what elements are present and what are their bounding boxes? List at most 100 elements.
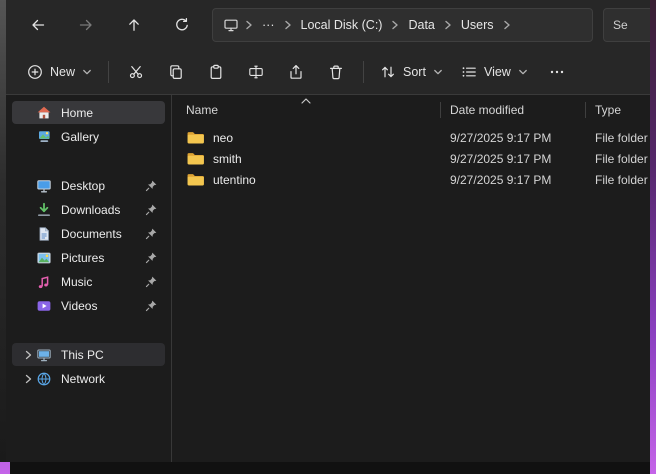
refresh-button[interactable] <box>164 8 200 42</box>
toolbar-separator <box>363 61 364 83</box>
pin-icon <box>145 179 158 192</box>
sidebar-item-label: Downloads <box>61 203 120 217</box>
sort-button-label: Sort <box>403 65 426 79</box>
sort-arrows-icon <box>380 64 396 80</box>
search-text: Se <box>613 18 628 32</box>
search-input[interactable]: Se <box>603 8 650 42</box>
copy-button[interactable] <box>156 56 196 88</box>
share-button[interactable] <box>276 56 316 88</box>
column-headers: Name Date modified Type <box>172 97 650 123</box>
sidebar-item-label: Documents <box>61 227 122 241</box>
file-rows: neo 9/27/2025 9:17 PM File folder smith … <box>172 127 650 190</box>
plus-circle-icon <box>27 64 43 80</box>
folder-icon <box>186 151 205 166</box>
sidebar-item-label: This PC <box>61 348 104 362</box>
gallery-icon <box>36 129 52 145</box>
column-header-date-modified[interactable]: Date modified <box>440 97 585 123</box>
breadcrumb-chevron-icon[interactable] <box>442 20 454 30</box>
sort-ascending-icon <box>300 97 312 105</box>
file-row-utentino[interactable]: utentino 9/27/2025 9:17 PM File folder <box>172 169 650 190</box>
column-header-name[interactable]: Name <box>172 97 440 123</box>
breadcrumb-segment-local-disk[interactable]: Local Disk (C:) <box>294 15 390 35</box>
pin-icon <box>145 251 158 264</box>
sidebar-item-documents[interactable]: Documents <box>12 222 165 245</box>
arrow-up-icon <box>126 17 142 33</box>
documents-icon <box>36 226 52 242</box>
new-button-label: New <box>50 65 75 79</box>
sidebar-item-gallery[interactable]: Gallery <box>12 125 165 148</box>
new-button[interactable]: New <box>18 56 101 88</box>
breadcrumb-ellipsis[interactable]: ··· <box>255 15 282 35</box>
sidebar-item-label: Pictures <box>61 251 104 265</box>
sort-button[interactable]: Sort <box>371 56 452 88</box>
breadcrumb-segment-users[interactable]: Users <box>454 15 501 35</box>
breadcrumb-segment-data[interactable]: Data <box>401 15 441 35</box>
network-icon <box>36 371 52 387</box>
sidebar-item-label: Videos <box>61 299 97 313</box>
sidebar-item-label: Desktop <box>61 179 105 193</box>
cut-button[interactable] <box>116 56 156 88</box>
more-options-icon <box>549 64 565 80</box>
navigation-pane: Home Gallery Desktop <box>6 95 172 462</box>
sidebar-item-network[interactable]: Network <box>12 367 165 390</box>
view-list-icon <box>461 64 477 80</box>
sidebar-item-this-pc[interactable]: This PC <box>12 343 165 366</box>
sidebar-item-label: Home <box>61 106 93 120</box>
file-explorer-window: ··· Local Disk (C:) Data Users Se <box>6 0 650 462</box>
file-name: neo <box>213 131 233 145</box>
paste-button[interactable] <box>196 56 236 88</box>
toolbar-separator <box>108 61 109 83</box>
view-button[interactable]: View <box>452 56 537 88</box>
sidebar-section-gap <box>6 149 171 174</box>
file-name: smith <box>213 152 242 166</box>
share-icon <box>288 64 304 80</box>
sidebar-item-label: Network <box>61 372 105 386</box>
command-bar: New <box>6 50 650 95</box>
arrow-right-icon <box>78 17 94 33</box>
file-type: File folder <box>585 148 650 169</box>
more-options-button[interactable] <box>537 56 577 88</box>
view-button-label: View <box>484 65 511 79</box>
file-row-smith[interactable]: smith 9/27/2025 9:17 PM File folder <box>172 148 650 169</box>
forward-button[interactable] <box>68 8 104 42</box>
desktop-icon <box>36 178 52 194</box>
breadcrumb-chevron-icon[interactable] <box>243 20 255 30</box>
trash-icon <box>328 64 344 80</box>
back-button[interactable] <box>20 8 56 42</box>
breadcrumb-chevron-icon[interactable] <box>282 20 294 30</box>
file-date-modified: 9/27/2025 9:17 PM <box>440 169 585 190</box>
main-area: Home Gallery Desktop <box>6 95 650 462</box>
home-icon <box>36 105 52 121</box>
chevron-right-icon[interactable] <box>20 373 36 385</box>
delete-button[interactable] <box>316 56 356 88</box>
sidebar-item-desktop[interactable]: Desktop <box>12 174 165 197</box>
breadcrumb-chevron-icon[interactable] <box>501 20 513 30</box>
sidebar-item-videos[interactable]: Videos <box>12 294 165 317</box>
this-pc-icon <box>223 17 239 33</box>
rename-icon <box>248 64 264 80</box>
folder-icon <box>186 130 205 145</box>
up-button[interactable] <box>116 8 152 42</box>
sidebar-item-home[interactable]: Home <box>12 101 165 124</box>
breadcrumb-chevron-icon[interactable] <box>389 20 401 30</box>
copy-icon <box>168 64 184 80</box>
navigation-bar: ··· Local Disk (C:) Data Users Se <box>6 0 650 50</box>
paste-icon <box>208 64 224 80</box>
column-header-label: Date modified <box>450 103 524 117</box>
pin-icon <box>145 275 158 288</box>
column-header-label: Type <box>595 103 621 117</box>
sidebar-item-pictures[interactable]: Pictures <box>12 246 165 269</box>
file-type: File folder <box>585 127 650 148</box>
file-type: File folder <box>585 169 650 190</box>
rename-button[interactable] <box>236 56 276 88</box>
arrow-left-icon <box>30 17 46 33</box>
sidebar-item-music[interactable]: Music <box>12 270 165 293</box>
sidebar-item-downloads[interactable]: Downloads <box>12 198 165 221</box>
pin-icon <box>145 299 158 312</box>
file-row-neo[interactable]: neo 9/27/2025 9:17 PM File folder <box>172 127 650 148</box>
column-header-type[interactable]: Type <box>585 97 650 123</box>
file-date-modified: 9/27/2025 9:17 PM <box>440 127 585 148</box>
chevron-right-icon[interactable] <box>20 349 36 361</box>
address-bar[interactable]: ··· Local Disk (C:) Data Users <box>212 8 593 42</box>
music-icon <box>36 274 52 290</box>
